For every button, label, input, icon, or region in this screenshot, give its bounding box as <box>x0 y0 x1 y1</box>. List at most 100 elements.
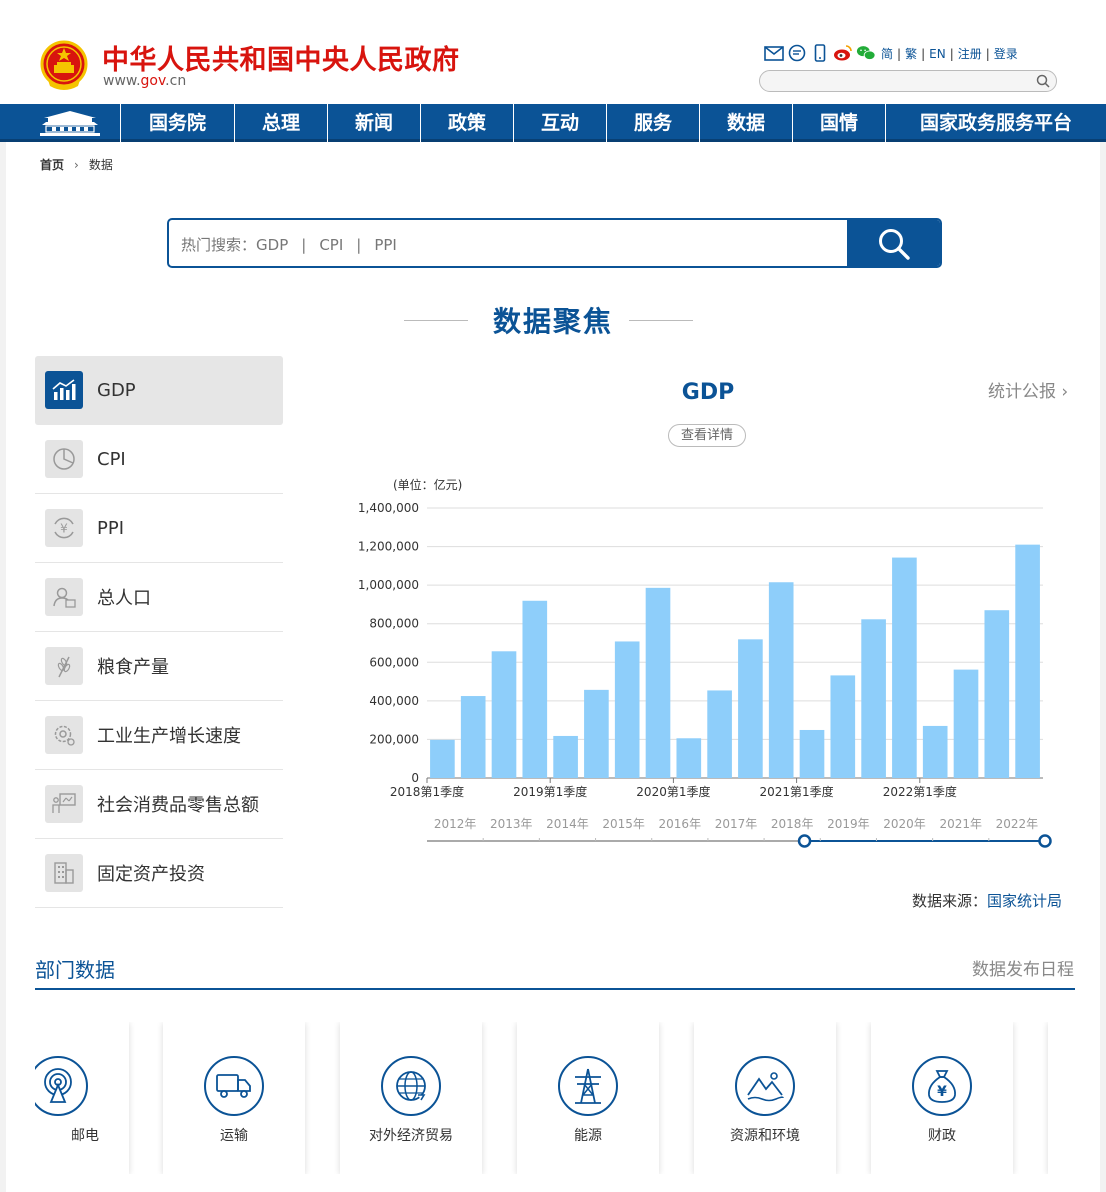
message-icon[interactable] <box>787 43 807 63</box>
top-links: 简 | 繁 | EN | 注册 | 登录 <box>764 43 1018 63</box>
lang-traditional-link[interactable]: 繁 <box>905 47 917 61</box>
main-search-input[interactable]: 热门搜索：GDP | CPI | PPI <box>167 218 942 268</box>
hot-term-cpi[interactable]: CPI <box>319 236 343 254</box>
view-detail-button[interactable]: 查看详情 <box>668 424 746 447</box>
timeline-year-label: 2013年 <box>490 817 533 831</box>
chart-xtick-label: 2020第1季度 <box>636 784 710 799</box>
menu-item-industrial-growth[interactable]: 工业生产增长速度 <box>35 701 283 770</box>
chart-bar <box>553 735 578 778</box>
chart-bar <box>522 600 548 778</box>
top-search-input[interactable] <box>759 70 1057 92</box>
timeline-year-label: 2022年 <box>996 817 1039 831</box>
dept-divider <box>35 988 1075 990</box>
pie-chart-icon <box>45 440 83 478</box>
chart-xtick-label: 2018第1季度 <box>390 784 464 799</box>
dept-card-energy[interactable]: 能源 <box>517 1022 659 1174</box>
chart-bar <box>953 669 979 778</box>
chart-ytick-label: 1,400,000 <box>358 501 419 515</box>
hot-term-gdp[interactable]: GDP <box>256 236 288 254</box>
chart-ytick-label: 1,000,000 <box>358 578 419 592</box>
chart-xtick-label: 2022第1季度 <box>883 784 957 799</box>
menu-item-retail-sales[interactable]: 社会消费品零售总额 <box>35 770 283 839</box>
dept-data-title: 部门数据 <box>35 958 115 982</box>
lang-english-link[interactable]: EN <box>929 47 946 61</box>
indicator-menu: GDP CPI ¥ PPI 总人口 粮食产量 工业生产增长速度 社会消费品零售总… <box>35 356 283 908</box>
timeline-year-label: 2014年 <box>546 817 589 831</box>
nav-item-policy[interactable]: 政策 <box>420 104 513 142</box>
chart-bar <box>614 641 640 778</box>
dept-card-finance[interactable]: ¥ 财政 <box>871 1022 1013 1174</box>
timeline-start-handle[interactable] <box>797 834 812 848</box>
site-title[interactable]: 中华人民共和国中央人民政府 <box>102 38 460 77</box>
nav-item-premier[interactable]: 总理 <box>234 104 327 142</box>
hot-term-ppi[interactable]: PPI <box>374 236 397 254</box>
chart-title: GDP <box>681 380 735 405</box>
source-org-link[interactable]: 国家统计局 <box>987 892 1062 910</box>
signal-tower-icon <box>35 1056 88 1116</box>
chart-bar <box>768 582 794 778</box>
chart-ytick-label: 400,000 <box>369 694 419 708</box>
breadcrumb-current[interactable]: 数据 <box>89 158 113 172</box>
svg-text:¥: ¥ <box>60 522 68 536</box>
gear-icon <box>45 716 83 754</box>
chart-bar <box>799 729 825 778</box>
release-schedule-link[interactable]: 数据发布日程 <box>972 955 1074 980</box>
nav-item-service[interactable]: 服务 <box>606 104 699 142</box>
menu-item-ppi[interactable]: ¥ PPI <box>35 494 283 563</box>
search-button[interactable] <box>847 220 940 266</box>
wechat-icon[interactable] <box>856 43 876 63</box>
dept-card-next[interactable] <box>1048 1022 1075 1174</box>
timeline-year-label: 2015年 <box>602 817 645 831</box>
site-url[interactable]: www.gov.cn <box>103 73 186 89</box>
lang-simplified-link[interactable]: 简 <box>881 47 893 61</box>
dept-card-resources-environment[interactable]: 资源和环境 <box>694 1022 836 1174</box>
login-link[interactable]: 登录 <box>994 47 1018 61</box>
nav-item-interaction[interactable]: 互动 <box>513 104 606 142</box>
search-icon[interactable] <box>1036 74 1050 88</box>
hot-search-label: 热门搜索： <box>181 236 257 254</box>
mail-icon[interactable] <box>764 43 784 63</box>
stat-bulletin-link[interactable]: 统计公报 › <box>988 377 1068 402</box>
tiananmen-icon[interactable] <box>38 109 102 137</box>
data-source: 数据来源：国家统计局 <box>912 892 1063 910</box>
register-link[interactable]: 注册 <box>958 47 982 61</box>
nav-item-data[interactable]: 数据 <box>699 104 792 142</box>
nav-item-state-council[interactable]: 国务院 <box>120 104 234 142</box>
site-header: 中华人民共和国中央人民政府 www.gov.cn 简 | 繁 | EN | 注册 | 登录 <box>0 0 1106 104</box>
chart-ytick-label: 200,000 <box>369 732 419 746</box>
timeline-year-label: 2021年 <box>939 817 982 831</box>
chart-xtick-label: 2021第1季度 <box>760 784 834 799</box>
national-emblem-icon[interactable] <box>40 40 88 92</box>
search-icon <box>878 229 910 260</box>
money-bag-icon: ¥ <box>912 1056 972 1116</box>
timeline-year-label: 2017年 <box>715 817 758 831</box>
chart-bar <box>892 557 917 778</box>
dept-card-post-telecom[interactable]: 邮电 <box>35 1022 129 1174</box>
chart-bar <box>738 639 763 778</box>
chevron-right-icon: › <box>1061 382 1069 402</box>
nav-item-news[interactable]: 新闻 <box>327 104 420 142</box>
chart-bar <box>830 675 856 778</box>
weibo-icon[interactable] <box>833 43 853 63</box>
bar-chart-icon <box>45 371 83 409</box>
gdp-bar-chart: (单位：亿元) 0 200,000 400,000 600,000 800,000 1,00… <box>358 477 1052 848</box>
chart-ytick-label: 800,000 <box>369 617 419 631</box>
chart-ytick-label: 0 <box>411 771 419 785</box>
chart-bar <box>922 725 948 778</box>
nav-item-service-platform[interactable]: 国家政务服务平台 <box>885 104 1106 142</box>
chart-bar <box>984 610 1010 778</box>
menu-item-population[interactable]: 总人口 <box>35 563 283 632</box>
breadcrumb-home[interactable]: 首页 <box>40 158 64 172</box>
chart-bar <box>861 619 886 778</box>
mobile-icon[interactable] <box>810 43 830 63</box>
building-icon <box>45 854 83 892</box>
dept-card-foreign-trade[interactable]: 对外经济贸易 <box>340 1022 482 1174</box>
menu-item-cpi[interactable]: CPI <box>35 425 283 494</box>
menu-item-gdp[interactable]: GDP <box>35 356 283 425</box>
timeline-year-label: 2020年 <box>883 817 926 831</box>
menu-item-fixed-investment[interactable]: 固定资产投资 <box>35 839 283 908</box>
dept-card-transport[interactable]: 运输 <box>163 1022 305 1174</box>
nav-item-national-info[interactable]: 国情 <box>792 104 885 142</box>
menu-item-grain[interactable]: 粮食产量 <box>35 632 283 701</box>
timeline-end-handle[interactable] <box>1038 834 1052 848</box>
